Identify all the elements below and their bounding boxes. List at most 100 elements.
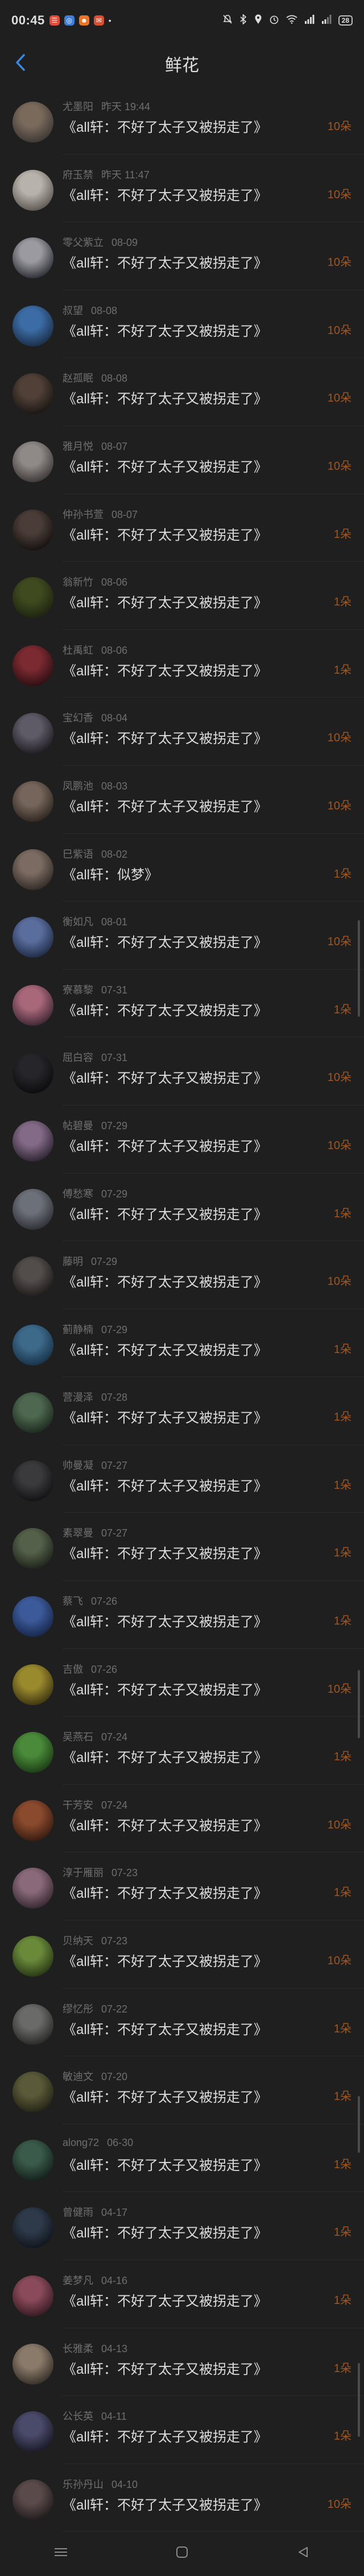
list-item[interactable]: 赵孤眠 08-08 《all轩：不好了太子又被拐走了》 10朵 (0, 358, 364, 426)
book-title[interactable]: 《all轩：不好了太子又被拐走了》 (63, 2018, 267, 2038)
book-title[interactable]: 《all轩：不好了太子又被拐走了》 (63, 2154, 267, 2174)
username[interactable]: 营漫泽 (63, 1392, 93, 1403)
book-title[interactable]: 《all轩：不好了太子又被拐走了》 (63, 591, 267, 611)
book-title[interactable]: 《all轩：不好了太子又被拐走了》 (63, 252, 267, 272)
avatar[interactable] (13, 1664, 53, 1705)
avatar[interactable] (13, 2207, 53, 2249)
username[interactable]: 零父紫立 (63, 237, 104, 248)
avatar[interactable] (13, 2411, 53, 2453)
avatar[interactable] (13, 577, 53, 619)
avatar[interactable] (13, 2003, 53, 2045)
username[interactable]: 乐孙丹山 (63, 2479, 104, 2490)
username[interactable]: 帖碧曼 (63, 1120, 93, 1132)
book-title[interactable]: 《all轩：不好了太子又被拐走了》 (63, 931, 267, 951)
book-title[interactable]: 《all轩：不好了太子又被拐走了》 (63, 184, 267, 204)
username[interactable]: 曾健雨 (63, 2207, 93, 2218)
username[interactable]: along72 (63, 2137, 99, 2148)
list-item[interactable]: 贝纳天 07-23 《all轩：不好了太子又被拐走了》 10朵 (0, 1920, 364, 1989)
username[interactable]: 淳于雁丽 (63, 1867, 104, 1878)
book-title[interactable]: 《all轩：不好了太子又被拐走了》 (63, 795, 267, 815)
username[interactable]: 府玉禁 (63, 169, 93, 181)
book-title[interactable]: 《all轩：不好了太子又被拐走了》 (63, 2290, 267, 2310)
avatar[interactable] (13, 1392, 53, 1434)
username[interactable]: 贝纳天 (63, 1935, 93, 1947)
avatar[interactable] (13, 441, 53, 482)
list-item[interactable]: 营漫泽 07-28 《all轩：不好了太子又被拐走了》 1朵 (0, 1377, 364, 1445)
avatar[interactable] (13, 509, 53, 550)
list-item[interactable]: 巳紫语 08-02 《all轩：似梦》 1朵 (0, 834, 364, 902)
book-title[interactable]: 《all轩：不好了太子又被拐走了》 (63, 1339, 267, 1359)
book-title[interactable]: 《all轩：不好了太子又被拐走了》 (63, 1882, 267, 1902)
book-title[interactable]: 《all轩：不好了太子又被拐走了》 (63, 1475, 267, 1494)
avatar[interactable] (13, 984, 53, 1026)
book-title[interactable]: 《all轩：不好了太子又被拐走了》 (63, 524, 267, 544)
username[interactable]: 寮慕黎 (63, 984, 93, 996)
book-title[interactable]: 《all轩：不好了太子又被拐走了》 (63, 1542, 267, 1562)
list-item[interactable]: 公长英 04-11 《all轩：不好了太子又被拐走了》 1朵 (0, 2396, 364, 2464)
avatar[interactable] (13, 2276, 53, 2316)
home-nav-button[interactable] (165, 2542, 199, 2565)
book-title[interactable]: 《all轩：不好了太子又被拐走了》 (63, 1067, 267, 1087)
username[interactable]: 姜梦凡 (63, 2275, 93, 2286)
menu-nav-button[interactable] (44, 2542, 78, 2565)
list-item[interactable]: 帅曼凝 07-27 《all轩：不好了太子又被拐走了》 1朵 (0, 1445, 364, 1513)
username[interactable]: 吉傲 (63, 1664, 83, 1675)
list-item[interactable]: 仲孙书萱 08-07 《all轩：不好了太子又被拐走了》 1朵 (0, 494, 364, 562)
list-item[interactable]: 姜梦凡 04-16 《all轩：不好了太子又被拐走了》 1朵 (0, 2260, 364, 2328)
book-title[interactable]: 《all轩：不好了太子又被拐走了》 (63, 1610, 267, 1630)
book-title[interactable]: 《all轩：不好了太子又被拐走了》 (63, 116, 267, 136)
book-title[interactable]: 《all轩：不好了太子又被拐走了》 (63, 1271, 267, 1291)
book-title[interactable]: 《all轩：不好了太子又被拐走了》 (63, 320, 267, 340)
avatar[interactable] (13, 1936, 53, 1977)
book-title[interactable]: 《all轩：不好了太子又被拐走了》 (63, 1135, 267, 1155)
list-item[interactable]: 曾健雨 04-17 《all轩：不好了太子又被拐走了》 1朵 (0, 2192, 364, 2260)
username[interactable]: 缪忆彤 (63, 2003, 93, 2015)
list-item[interactable]: 府玉禁 昨天 11:47 《all轩：不好了太子又被拐走了》 10朵 (0, 155, 364, 223)
username[interactable]: 干芳安 (63, 1800, 93, 1811)
book-title[interactable]: 《all轩：不好了太子又被拐走了》 (63, 2425, 267, 2445)
username[interactable]: 尤墨阳 (63, 101, 93, 112)
username[interactable]: 帅曼凝 (63, 1460, 93, 1471)
list-item[interactable]: 蔡飞 07-26 《all轩：不好了太子又被拐走了》 1朵 (0, 1581, 364, 1649)
book-title[interactable]: 《all轩：不好了太子又被拐走了》 (63, 2494, 267, 2514)
list-item[interactable]: 宝幻香 08-04 《all轩：不好了太子又被拐走了》 10朵 (0, 698, 364, 766)
list-item[interactable]: 乐孙丹山 04-10 《all轩：不好了太子又被拐走了》 10朵 (0, 2464, 364, 2532)
list-item[interactable]: 敏迪文 07-20 《all轩：不好了太子又被拐走了》 1朵 (0, 2056, 364, 2124)
avatar[interactable] (13, 1188, 53, 1230)
avatar[interactable] (13, 645, 53, 686)
avatar[interactable] (13, 713, 53, 754)
list-item[interactable]: 翁新竹 08-06 《all轩：不好了太子又被拐走了》 1朵 (0, 562, 364, 630)
username[interactable]: 杜禹虹 (63, 645, 93, 656)
list-item[interactable]: 叔望 08-08 《all轩：不好了太子又被拐走了》 10朵 (0, 290, 364, 358)
avatar[interactable] (13, 237, 53, 279)
list-item[interactable]: 淳于雁丽 07-23 《all轩：不好了太子又被拐走了》 1朵 (0, 1852, 364, 1921)
book-title[interactable]: 《all轩：不好了太子又被拐走了》 (63, 1950, 267, 1970)
avatar[interactable] (13, 1460, 53, 1501)
username[interactable]: 蔡飞 (63, 1596, 83, 1607)
username[interactable]: 蓟静楠 (63, 1324, 93, 1335)
username[interactable]: 吴燕石 (63, 1731, 93, 1743)
list-item[interactable]: 干芳安 07-24 《all轩：不好了太子又被拐走了》 10朵 (0, 1785, 364, 1853)
avatar[interactable] (13, 780, 53, 822)
list-item[interactable]: 吉傲 07-26 《all轩：不好了太子又被拐走了》 10朵 (0, 1649, 364, 1717)
avatar[interactable] (13, 2139, 53, 2181)
list-item[interactable]: 吴燕石 07-24 《all轩：不好了太子又被拐走了》 1朵 (0, 1717, 364, 1785)
list-item[interactable]: 零父紫立 08-09 《all轩：不好了太子又被拐走了》 10朵 (0, 222, 364, 290)
book-title[interactable]: 《all轩：不好了太子又被拐走了》 (63, 387, 267, 407)
username[interactable]: 雅月悦 (63, 441, 93, 452)
username[interactable]: 衡如凡 (63, 916, 93, 928)
avatar[interactable] (13, 1053, 53, 1094)
username[interactable]: 藤明 (63, 1256, 83, 1267)
username[interactable]: 巳紫语 (63, 849, 93, 860)
avatar[interactable] (13, 2479, 53, 2520)
book-title[interactable]: 《all轩：不好了太子又被拐走了》 (63, 1406, 267, 1426)
avatar[interactable] (13, 169, 53, 211)
list-item[interactable]: 雅月悦 08-07 《all轩：不好了太子又被拐走了》 10朵 (0, 426, 364, 494)
username[interactable]: 傅愁寒 (63, 1188, 93, 1200)
book-title[interactable]: 《all轩：不好了太子又被拐走了》 (63, 456, 267, 475)
username[interactable]: 翁新竹 (63, 577, 93, 588)
book-title[interactable]: 《all轩：似梦》 (63, 863, 158, 883)
avatar[interactable] (13, 2072, 53, 2113)
book-title[interactable]: 《all轩：不好了太子又被拐走了》 (63, 659, 267, 679)
avatar[interactable] (13, 1324, 53, 1366)
